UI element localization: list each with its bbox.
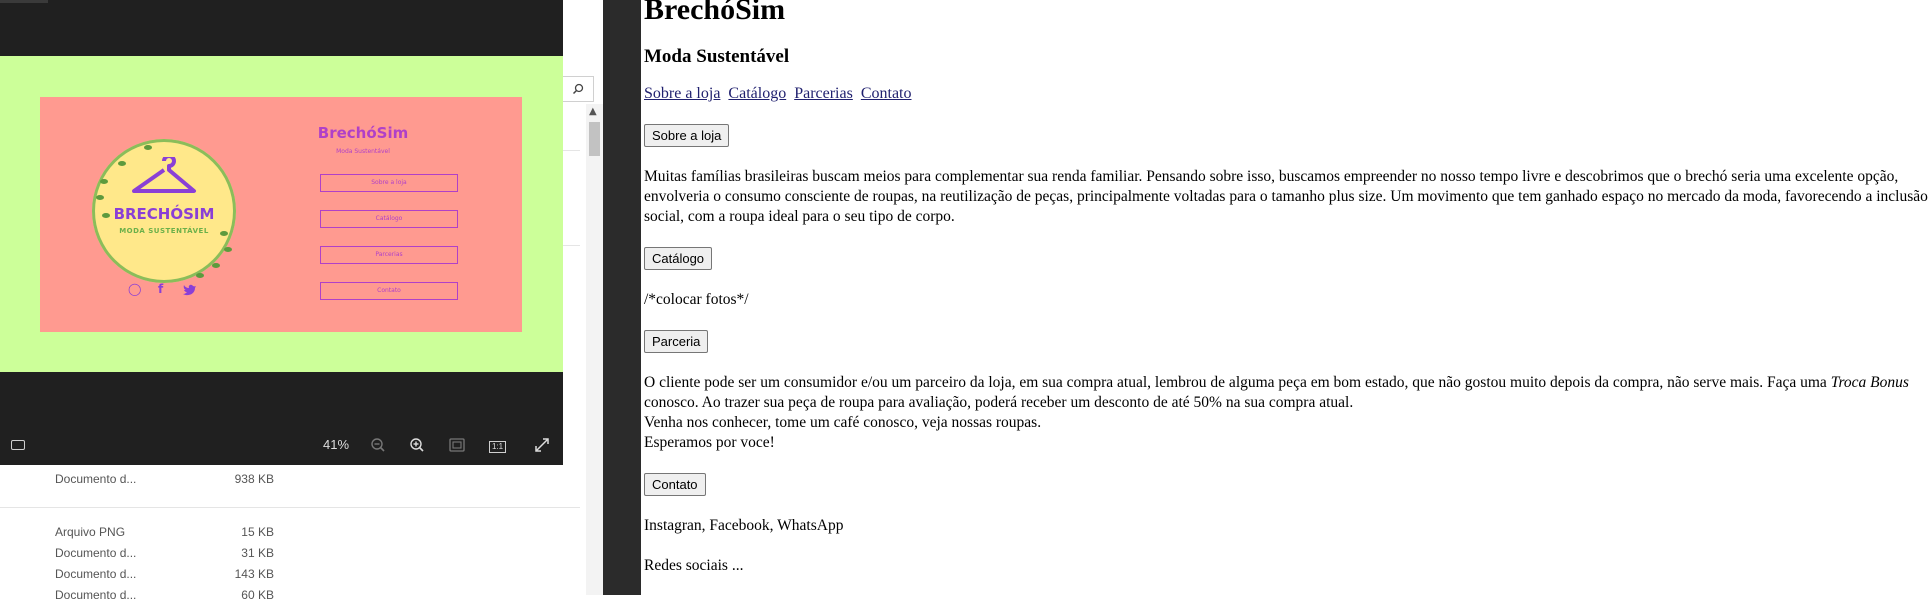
list-item[interactable]: Arquivo PNG 15 KB xyxy=(55,525,274,539)
partner-text: O cliente pode ser um consumidor e/ou um… xyxy=(644,373,1929,453)
facebook-icon[interactable]: f xyxy=(158,282,163,296)
about-text: Muitas famílias brasileiras buscam meios… xyxy=(644,168,1928,225)
nav-link-parcerias[interactable]: Parcerias xyxy=(794,85,853,102)
logo-tagline: MODA SUSTENTÁVEL xyxy=(119,227,209,235)
viewer-tab[interactable] xyxy=(0,0,48,3)
troca-bonus-text: Troca Bonus xyxy=(1830,374,1909,391)
file-type: Arquivo PNG xyxy=(55,525,126,539)
file-size: 143 KB xyxy=(234,567,274,581)
catalog-button[interactable]: Catálogo xyxy=(644,247,713,270)
slide-button-parcerias: Parcerias xyxy=(320,246,458,264)
search-button[interactable] xyxy=(562,76,594,102)
filmstrip-icon xyxy=(11,440,25,450)
hanger-icon xyxy=(132,157,196,193)
zoom-out-button[interactable] xyxy=(370,435,386,455)
file-size: 31 KB xyxy=(241,546,274,560)
slide-subtitle: Moda Sustentável xyxy=(336,148,390,155)
page-subtitle: Moda Sustentável xyxy=(644,46,790,67)
nav-link-sobre[interactable]: Sobre a loja xyxy=(644,85,720,102)
explorer-scrollbar[interactable]: ▲ xyxy=(586,104,603,595)
file-size: 15 KB xyxy=(241,525,274,539)
web-page: BrechóSim Moda Sustentável Sobre a loja … xyxy=(641,0,1932,595)
partner-closing: Esperamos por voce! xyxy=(644,434,775,451)
window-gap xyxy=(603,0,641,595)
file-type: Documento d... xyxy=(55,472,137,486)
leaf-decoration xyxy=(96,195,104,200)
search-icon xyxy=(572,83,584,95)
scroll-up-icon[interactable]: ▲ xyxy=(589,106,597,117)
slide-button-sobre: Sobre a loja xyxy=(320,174,458,192)
logo-brand: BRECHÓSIM xyxy=(113,205,215,223)
list-item[interactable]: Documento d... 143 KB xyxy=(55,567,274,581)
zoom-out-icon xyxy=(371,438,385,452)
leaf-decoration xyxy=(100,179,108,184)
contact-button[interactable]: Contato xyxy=(644,473,706,496)
leaf-decoration xyxy=(144,145,152,150)
leaf-decoration xyxy=(102,213,110,218)
list-item[interactable]: Documento d... 60 KB xyxy=(55,588,274,602)
nav-link-catalogo[interactable]: Catálogo xyxy=(728,85,786,102)
zoom-in-icon xyxy=(410,438,424,452)
instagram-icon[interactable]: ◯ xyxy=(128,282,141,296)
leaf-decoration xyxy=(224,247,232,252)
fit-screen-icon xyxy=(449,438,465,452)
partner-text-part1: O cliente pode ser um consumidor e/ou um… xyxy=(644,374,1831,391)
fit-screen-button[interactable] xyxy=(449,435,465,455)
file-type: Documento d... xyxy=(55,588,137,602)
nav-link-contato[interactable]: Contato xyxy=(861,85,912,102)
slide-button-contato: Contato xyxy=(320,282,458,300)
file-size: 60 KB xyxy=(241,588,274,602)
partner-invite: Venha nos conhecer, tome um café conosco… xyxy=(644,414,1042,431)
about-button[interactable]: Sobre a loja xyxy=(644,124,730,147)
leaf-decoration xyxy=(196,273,204,278)
partner-text-part2: conosco. Ao trazer sua peça de roupa par… xyxy=(644,394,1354,411)
file-type: Documento d... xyxy=(55,546,137,560)
leaf-decoration xyxy=(212,263,220,268)
scrollbar-thumb[interactable] xyxy=(589,122,600,156)
catalog-text: /*colocar fotos*/ xyxy=(644,291,749,308)
viewer-toolbar: 41% 1:1 xyxy=(0,425,563,465)
social-text: Redes sociais ... xyxy=(644,557,744,574)
slide-title: BrechóSim xyxy=(317,124,409,142)
nav-links: Sobre a loja Catálogo Parcerias Contato xyxy=(644,84,1929,104)
slide-button-catalogo: Catálogo xyxy=(320,210,458,228)
actual-size-label: 1:1 xyxy=(489,441,507,453)
twitter-icon[interactable] xyxy=(183,284,197,296)
leaf-decoration xyxy=(220,231,228,236)
file-size: 938 KB xyxy=(234,472,274,486)
list-item[interactable]: Documento d... 31 KB xyxy=(55,546,274,560)
filmstrip-button[interactable] xyxy=(11,435,25,455)
leaf-decoration xyxy=(118,161,126,166)
file-type: Documento d... xyxy=(55,567,137,581)
zoom-level: 41% xyxy=(323,437,350,452)
page-title: BrechóSim xyxy=(644,0,786,26)
list-item[interactable]: Documento d... 938 KB xyxy=(55,472,274,486)
image-viewer: BRECHÓSIM MODA SUSTENTÁVEL ◯ f BrechóSim… xyxy=(0,0,563,465)
divider xyxy=(0,507,580,508)
partner-button[interactable]: Parceria xyxy=(644,330,709,353)
preview-slide: BRECHÓSIM MODA SUSTENTÁVEL ◯ f BrechóSim… xyxy=(40,97,522,332)
fullscreen-button[interactable] xyxy=(534,435,550,455)
expand-icon xyxy=(535,438,549,452)
logo: BRECHÓSIM MODA SUSTENTÁVEL xyxy=(92,139,236,283)
actual-size-button[interactable]: 1:1 xyxy=(489,435,507,455)
contact-text: Instagran, Facebook, WhatsApp xyxy=(644,517,844,534)
zoom-in-button[interactable] xyxy=(409,435,425,455)
